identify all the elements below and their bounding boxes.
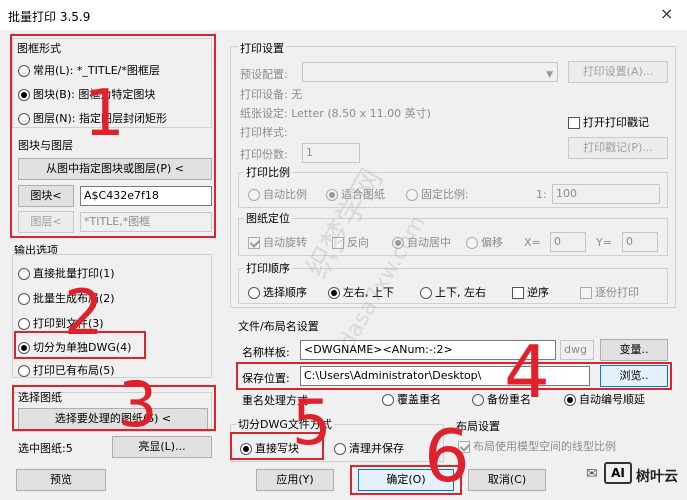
brand-name: 树叶云 xyxy=(636,469,678,485)
wechat-icon: ✉ xyxy=(586,466,598,482)
radio-icon xyxy=(248,287,260,299)
radio-icon xyxy=(382,394,394,406)
annotation-box-3 xyxy=(12,385,216,431)
apply-button[interactable]: 应用(Y) xyxy=(256,469,334,491)
annotation-number-2: 2 xyxy=(64,276,104,349)
collate-checkbox[interactable]: 逐份打印 xyxy=(580,284,639,300)
window-title: 批量打印 3.5.9 xyxy=(8,10,91,24)
chevron-down-icon: ▼ xyxy=(546,70,553,80)
variables-button[interactable]: 变量.. xyxy=(600,339,668,361)
ratio-prefix: 1: xyxy=(536,188,547,201)
selected-count: 选中图纸:5 xyxy=(18,442,73,455)
y-input[interactable]: 0 xyxy=(622,232,658,252)
title-bar: 批量打印 3.5.9 × xyxy=(0,0,687,30)
layout-linetype-checkbox[interactable]: 布局使用模型空间的线型比例 xyxy=(458,438,616,454)
cancel-button[interactable]: 取消(C) xyxy=(468,469,546,491)
annotation-number-1: 1 xyxy=(84,77,125,151)
style-label: 打印样式: xyxy=(240,126,288,139)
extension-input[interactable]: dwg xyxy=(560,340,594,360)
dup-overwrite-radio[interactable]: 覆盖重名 xyxy=(382,391,441,407)
annotation-number-4: 4 xyxy=(504,330,550,414)
print-settings-title: 打印设置 xyxy=(238,40,286,56)
checkbox-icon xyxy=(580,287,592,299)
scale-fixed-radio[interactable]: 固定比例: xyxy=(406,186,469,202)
radio-icon xyxy=(248,189,260,201)
dup-autonumber-radio[interactable]: 自动编号顺延 xyxy=(564,391,645,407)
annotation-number-6: 6 xyxy=(424,414,470,498)
file-naming-title: 文件/布局名设置 xyxy=(238,320,319,333)
checkbox-icon xyxy=(512,287,524,299)
checkbox-checked-icon xyxy=(248,237,260,249)
brand-logo: ✉ AI 树叶云 xyxy=(586,458,682,490)
radio-icon xyxy=(472,394,484,406)
preset-select[interactable]: ▼ xyxy=(302,62,558,82)
annotation-number-3: 3 xyxy=(118,368,158,441)
annotation-number-5: 5 xyxy=(292,386,332,459)
radio-icon xyxy=(334,443,346,455)
order-option-select[interactable]: 选择顺序 xyxy=(248,284,307,300)
stamp-checkbox[interactable]: 打开打印戳记 xyxy=(568,114,649,130)
ratio-input[interactable]: 100 xyxy=(552,184,660,204)
checkbox-icon xyxy=(568,117,580,129)
radio-icon xyxy=(406,189,418,201)
radio-icon xyxy=(18,268,30,280)
ai-badge-icon: AI xyxy=(604,462,632,484)
preview-button[interactable]: 预览 xyxy=(16,469,106,491)
order-title: 打印顺序 xyxy=(244,260,292,276)
scale-title: 打印比例 xyxy=(244,164,292,180)
paper-label: 纸张设定: Letter (8.50 x 11.00 英寸) xyxy=(240,107,431,120)
radio-icon xyxy=(18,293,30,305)
reverse-order-checkbox[interactable]: 逆序 xyxy=(512,284,549,300)
output-option-5[interactable]: 打印已有布局(5) xyxy=(18,362,115,378)
radio-selected-icon xyxy=(328,287,340,299)
radio-icon xyxy=(18,365,30,377)
x-input[interactable]: 0 xyxy=(550,232,586,252)
close-icon[interactable]: × xyxy=(660,4,673,23)
radio-icon xyxy=(18,318,30,330)
preset-label: 预设配置: xyxy=(240,68,288,81)
print-settings-button[interactable]: 打印设置(A)... xyxy=(568,61,668,83)
split-clean-radio[interactable]: 清理并保存 xyxy=(334,440,404,456)
name-template-label: 名称样板: xyxy=(242,346,290,359)
radio-icon xyxy=(466,237,478,249)
device-label: 打印设备: 无 xyxy=(240,88,303,101)
position-title: 图纸定位 xyxy=(244,210,292,226)
radio-icon xyxy=(420,287,432,299)
order-option-ud[interactable]: 上下, 左右 xyxy=(420,284,486,300)
radio-selected-icon xyxy=(564,394,576,406)
auto-rotate-checkbox[interactable]: 自动旋转 xyxy=(248,234,307,250)
scale-auto-radio[interactable]: 自动比例 xyxy=(248,186,307,202)
copies-label: 打印份数: xyxy=(240,148,288,161)
x-label: X= xyxy=(524,236,541,249)
print-stamp-button[interactable]: 打印戳记(P)... xyxy=(568,137,668,159)
offset-radio[interactable]: 偏移 xyxy=(466,234,503,250)
y-label: Y= xyxy=(596,236,612,249)
